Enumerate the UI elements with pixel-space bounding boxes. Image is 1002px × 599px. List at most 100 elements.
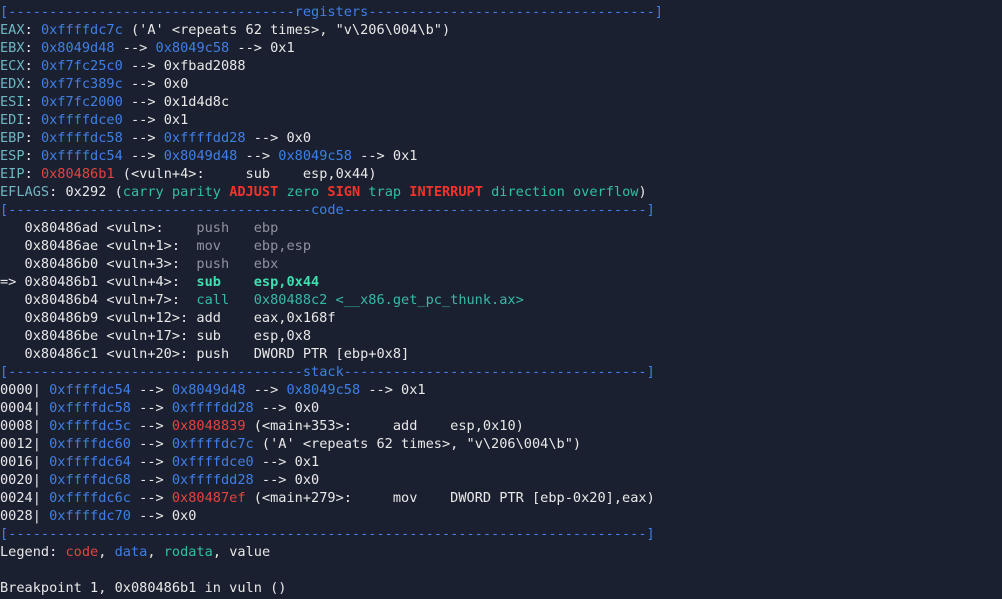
- terminal-line: 0008| 0xffffdc5c --> 0x8048839 (<main+35…: [0, 417, 1002, 435]
- terminal-text: --> 0x1d4d8c: [122, 94, 230, 110]
- terminal-line: 0012| 0xffffdc60 --> 0xffffdc7c ('A' <re…: [0, 435, 1002, 453]
- terminal-text: : 0x292 (: [49, 184, 123, 200]
- terminal-text: 0xffffdce0: [40, 112, 123, 128]
- terminal-line: 0x80486ae <vuln+1>: mov ebp,esp: [0, 237, 1002, 255]
- terminal-line: ESI: 0xf7fc2000 --> 0x1d4d8c: [0, 93, 1002, 111]
- terminal-line: [-------------------------------------co…: [0, 201, 1002, 219]
- terminal-text: SIGN: [327, 184, 361, 200]
- terminal-text: push ebx: [196, 256, 279, 272]
- terminal-text: 0xffffdc58: [49, 400, 131, 416]
- terminal-text: -->: [130, 436, 172, 452]
- terminal-text: :: [24, 76, 41, 92]
- terminal-text: direction overflow: [482, 184, 639, 200]
- terminal-text: 0xffffdc54: [49, 382, 131, 398]
- terminal-text: EDI: [0, 112, 25, 128]
- terminal-text: code: [65, 544, 99, 560]
- terminal-text: 0x80486c1 <vuln+20>: push DWORD PTR [ebp…: [0, 346, 410, 362]
- terminal-line: EDI: 0xffffdce0 --> 0x1: [0, 111, 1002, 129]
- terminal-line: 0x80486c1 <vuln+20>: push DWORD PTR [ebp…: [0, 345, 1002, 363]
- terminal-line: Breakpoint 1, 0x080486b1 in vuln (): [0, 579, 1002, 597]
- terminal-text: mov ebp,esp: [196, 238, 311, 254]
- terminal-text: ADJUST: [229, 184, 279, 200]
- terminal-text: INTERRUPT: [409, 184, 483, 200]
- terminal-text: ,: [147, 544, 164, 560]
- terminal-text: -->: [130, 490, 172, 506]
- terminal-text: data: [114, 544, 148, 560]
- terminal-output[interactable]: [-----------------------------------regi…: [0, 0, 1002, 599]
- terminal-text: -->: [122, 148, 164, 164]
- terminal-text: 0xffffdc68: [49, 472, 131, 488]
- terminal-line: 0020| 0xffffdc68 --> 0xffffdd28 --> 0x0: [0, 471, 1002, 489]
- terminal-line: 0024| 0xffffdc6c --> 0x80487ef (<main+27…: [0, 489, 1002, 507]
- terminal-text: EIP: [0, 166, 25, 182]
- terminal-text: --> 0x0: [245, 130, 312, 146]
- terminal-text: rodata: [163, 544, 213, 560]
- terminal-text: :: [24, 94, 41, 110]
- terminal-text: --> 0x0: [130, 508, 197, 524]
- terminal-text: --> 0x0: [253, 472, 320, 488]
- terminal-text: :: [24, 58, 41, 74]
- terminal-text: --> 0x0: [253, 400, 320, 416]
- terminal-text: -->: [130, 400, 172, 416]
- terminal-line: 0x80486b9 <vuln+12>: add eax,0x168f: [0, 309, 1002, 327]
- terminal-line: EAX: 0xffffdc7c ('A' <repeats 62 times>,…: [0, 21, 1002, 39]
- terminal-text: -->: [114, 40, 156, 56]
- terminal-text: 0xffffdc54: [40, 148, 123, 164]
- terminal-text: 0x8049c58: [286, 382, 361, 398]
- terminal-text: trap: [360, 184, 410, 200]
- terminal-text: ): [638, 184, 647, 200]
- terminal-text: 0x8049c58: [278, 148, 352, 164]
- terminal-text: 0xffffdc58: [40, 130, 123, 146]
- terminal-text: stack: [302, 364, 344, 380]
- terminal-text: 0xffffdce0: [171, 454, 254, 470]
- terminal-text: (<main+279>: mov DWORD PTR [ebp-0x20],ea…: [245, 490, 655, 506]
- terminal-line: 0x80486b4 <vuln+7>: call 0x80488c2 <__x8…: [0, 291, 1002, 309]
- terminal-text: 0028|: [0, 508, 50, 524]
- terminal-text: 0xf7fc25c0: [40, 58, 123, 74]
- terminal-line: 0004| 0xffffdc58 --> 0xffffdd28 --> 0x0: [0, 399, 1002, 417]
- terminal-text: 0xffffdd28: [171, 400, 254, 416]
- terminal-line: 0x80486ad <vuln>: push ebp: [0, 219, 1002, 237]
- terminal-text: 0xffffdc60: [49, 436, 131, 452]
- terminal-line: 0028| 0xffffdc70 --> 0x0: [0, 507, 1002, 525]
- terminal-text: -->: [130, 418, 172, 434]
- terminal-text: 0xf7fc389c: [40, 76, 123, 92]
- terminal-text: ECX: [0, 58, 25, 74]
- terminal-text: EBX: [0, 40, 25, 56]
- terminal-line: [---------------------------------------…: [0, 525, 1002, 543]
- terminal-line: EIP: 0x80486b1 (<vuln+4>: sub esp,0x44): [0, 165, 1002, 183]
- terminal-text: EDX: [0, 76, 25, 92]
- terminal-text: 0x80486b0 <vuln+3>:: [0, 256, 197, 272]
- terminal-text: --> 0x1: [122, 112, 189, 128]
- terminal-text: --> 0xfbad2088: [122, 58, 246, 74]
- terminal-text: :: [24, 40, 41, 56]
- terminal-text: 0x80486ad <vuln>:: [0, 220, 197, 236]
- terminal-text: 0x8048839: [171, 418, 246, 434]
- terminal-text: --> 0x0: [122, 76, 189, 92]
- terminal-text: push ebp: [196, 220, 279, 236]
- terminal-text: carry parity: [122, 184, 230, 200]
- terminal-text: :: [24, 166, 41, 182]
- terminal-text: 0x8049d48: [40, 40, 115, 56]
- terminal-line: EFLAGS: 0x292 (carry parity ADJUST zero …: [0, 183, 1002, 201]
- terminal-text: => 0x80486b1 <vuln+4>:: [0, 274, 197, 290]
- terminal-text: 0xffffdc70: [49, 508, 131, 524]
- terminal-text: 0xffffdc5c: [49, 418, 131, 434]
- terminal-text: -->: [130, 382, 172, 398]
- terminal-text: code: [311, 202, 344, 218]
- terminal-text: --> 0x1: [253, 454, 320, 470]
- terminal-text: [-------------------------------------: [0, 202, 311, 218]
- terminal-text: --> 0x1: [360, 382, 426, 398]
- terminal-text: [---------------------------------------…: [0, 526, 655, 542]
- terminal-line: [-----------------------------------regi…: [0, 3, 1002, 21]
- terminal-text: 0000|: [0, 382, 50, 398]
- terminal-line: Legend: code, data, rodata, value: [0, 543, 1002, 561]
- terminal-text: 0xffffdc7c: [40, 22, 123, 38]
- terminal-line: 0000| 0xffffdc54 --> 0x8049d48 --> 0x804…: [0, 381, 1002, 399]
- terminal-text: 0x80486ae <vuln+1>:: [0, 238, 197, 254]
- terminal-text: :: [24, 112, 41, 128]
- terminal-line: 0x80486be <vuln+17>: sub esp,0x8: [0, 327, 1002, 345]
- terminal-line: EBP: 0xffffdc58 --> 0xffffdd28 --> 0x0: [0, 129, 1002, 147]
- terminal-text: ESP: [0, 148, 25, 164]
